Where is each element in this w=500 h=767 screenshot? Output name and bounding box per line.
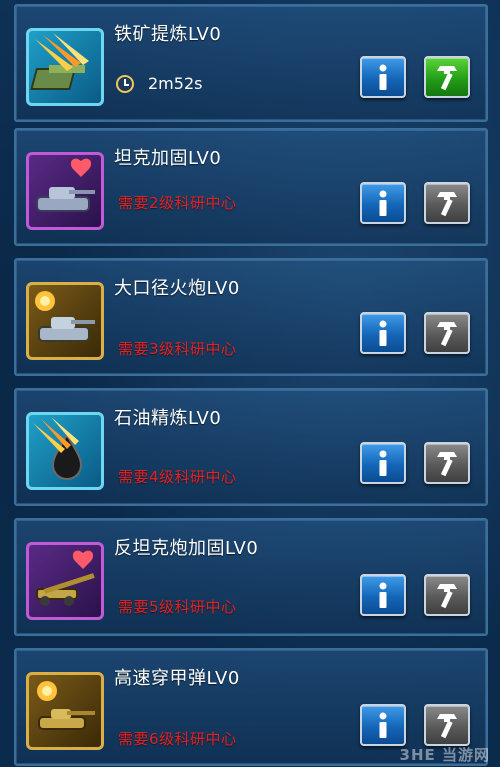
ore-refining-icon bbox=[26, 28, 104, 106]
research-card-heavy-cannon: 大口径火炮LV0 需要3级科研中心 bbox=[14, 258, 488, 376]
oil-refining-icon bbox=[26, 412, 104, 490]
info-button[interactable] bbox=[360, 574, 406, 616]
research-timer: 2m52s bbox=[116, 74, 202, 93]
build-button[interactable] bbox=[424, 574, 470, 616]
research-requirement: 需要3级科研中心 bbox=[118, 340, 237, 358]
research-title: 铁矿提炼LV0 bbox=[114, 24, 222, 45]
info-button[interactable] bbox=[360, 704, 406, 746]
build-button[interactable] bbox=[424, 704, 470, 746]
research-requirement: 需要4级科研中心 bbox=[118, 468, 237, 486]
research-card-ore-refining: 铁矿提炼LV0 2m52s bbox=[14, 4, 488, 122]
research-title: 坦克加固LV0 bbox=[114, 148, 222, 169]
research-requirement: 需要2级科研中心 bbox=[118, 194, 237, 212]
heavy-cannon-icon bbox=[26, 282, 104, 360]
research-card-oil-refining: 石油精炼LV0 需要4级科研中心 bbox=[14, 388, 488, 506]
info-button[interactable] bbox=[360, 182, 406, 224]
research-title: 大口径火炮LV0 bbox=[114, 278, 240, 299]
info-button[interactable] bbox=[360, 56, 406, 98]
build-button[interactable] bbox=[424, 312, 470, 354]
research-requirement: 需要5级科研中心 bbox=[118, 598, 237, 616]
research-title: 反坦克炮加固LV0 bbox=[114, 538, 259, 559]
build-button[interactable] bbox=[424, 182, 470, 224]
clock-icon bbox=[116, 74, 134, 93]
research-list: 铁矿提炼LV0 2m52s 坦克加固LV0 需要2级科研中心 大口径火炮LV0 … bbox=[14, 0, 488, 767]
build-button[interactable] bbox=[424, 56, 470, 98]
tank-armor-icon bbox=[26, 152, 104, 230]
research-requirement: 需要6级科研中心 bbox=[118, 730, 237, 748]
build-button[interactable] bbox=[424, 442, 470, 484]
info-button[interactable] bbox=[360, 442, 406, 484]
timer-value: 2m52s bbox=[148, 74, 203, 93]
research-card-anti-tank-armor: 反坦克炮加固LV0 需要5级科研中心 bbox=[14, 518, 488, 636]
ap-shell-icon bbox=[26, 672, 104, 750]
info-button[interactable] bbox=[360, 312, 406, 354]
anti-tank-armor-icon bbox=[26, 542, 104, 620]
research-title: 石油精炼LV0 bbox=[114, 408, 222, 429]
watermark: 3HE 当游网 bbox=[399, 746, 490, 764]
research-card-tank-armor: 坦克加固LV0 需要2级科研中心 bbox=[14, 128, 488, 246]
research-title: 高速穿甲弹LV0 bbox=[114, 668, 240, 689]
